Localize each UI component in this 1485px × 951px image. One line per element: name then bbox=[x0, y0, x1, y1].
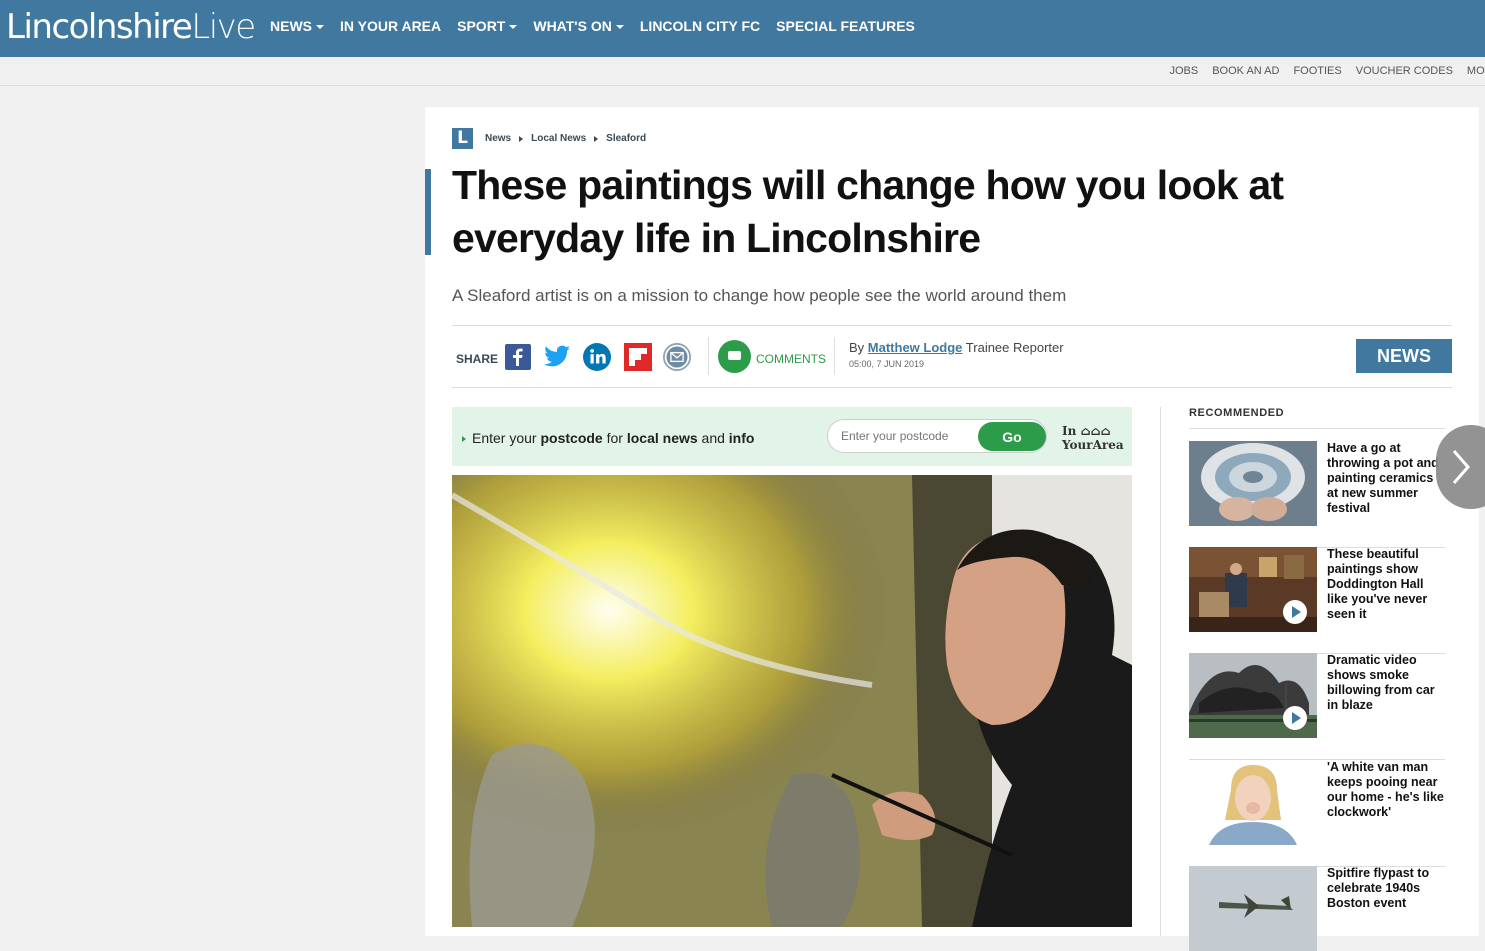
subnav-motors[interactable]: MOTORS bbox=[1467, 65, 1485, 77]
nav-lincoln-city-fc[interactable]: LINCOLN CITY FC bbox=[640, 18, 760, 34]
chevron-down-icon bbox=[615, 25, 624, 30]
breadcrumb-news[interactable]: News bbox=[485, 133, 511, 144]
headline: These paintings will change how you look… bbox=[452, 162, 1284, 261]
recommended-heading: RECOMMENDED bbox=[1189, 407, 1285, 419]
byline: By Matthew Lodge Trainee Reporter bbox=[849, 340, 1064, 355]
subnav-voucher-codes[interactable]: VOUCHER CODES bbox=[1356, 65, 1453, 77]
recommended-item[interactable]: 'A white van man keeps pooing near our h… bbox=[1189, 760, 1445, 867]
recommended-thumbnail[interactable] bbox=[1189, 547, 1317, 632]
recommended-item[interactable]: Have a go at throwing a pot and painting… bbox=[1189, 441, 1445, 548]
divider bbox=[452, 387, 1452, 388]
recommended-thumbnail[interactable] bbox=[1189, 441, 1317, 526]
brand-mark-icon[interactable]: L bbox=[452, 128, 473, 149]
recommended-title[interactable]: Have a go at throwing a pot and painting… bbox=[1327, 441, 1447, 516]
subnav-jobs[interactable]: JOBS bbox=[1169, 65, 1198, 77]
postcode-go-button[interactable]: Go bbox=[978, 422, 1046, 451]
chevron-right-icon bbox=[519, 135, 524, 142]
email-icon[interactable] bbox=[663, 343, 691, 371]
recommended-thumbnail[interactable] bbox=[1189, 653, 1317, 738]
chevron-right-icon bbox=[1452, 450, 1470, 484]
share-label: SHARE bbox=[456, 352, 499, 366]
play-icon[interactable] bbox=[1283, 600, 1307, 624]
recommended-title[interactable]: These beautiful paintings show Doddingto… bbox=[1327, 547, 1447, 622]
nav-sport[interactable]: SPORT bbox=[457, 18, 518, 34]
nav-in-your-area[interactable]: IN YOUR AREA bbox=[340, 18, 441, 34]
hero-image bbox=[452, 475, 1132, 927]
author-role: Trainee Reporter bbox=[965, 340, 1064, 355]
publish-date: 05:00, 7 JUN 2019 bbox=[849, 359, 925, 369]
section-tag-news[interactable]: NEWS bbox=[1356, 339, 1452, 373]
chevron-right-icon bbox=[594, 135, 599, 142]
linkedin-icon[interactable] bbox=[583, 343, 611, 371]
headline-accent-bar bbox=[425, 169, 431, 255]
in-your-area-widget: Enter your postcode for local news and i… bbox=[452, 407, 1132, 466]
facebook-icon[interactable] bbox=[504, 343, 532, 371]
house-icon: ⌂⌂⌂ bbox=[1076, 424, 1111, 438]
twitter-icon[interactable] bbox=[543, 343, 571, 371]
chevron-down-icon bbox=[509, 25, 518, 30]
arrow-right-icon bbox=[462, 436, 466, 443]
in-your-area-logo[interactable]: In ⌂⌂⌂ YourArea bbox=[1062, 424, 1124, 452]
standfirst: A Sleaford artist is on a mission to cha… bbox=[452, 286, 1067, 305]
nav-whats-on[interactable]: WHAT'S ON bbox=[533, 18, 624, 34]
recommended-thumbnail[interactable] bbox=[1189, 760, 1317, 845]
breadcrumb-sleaford[interactable]: Sleaford bbox=[606, 133, 646, 144]
recommended-item[interactable]: These beautiful paintings show Doddingto… bbox=[1189, 547, 1445, 654]
author-link[interactable]: Matthew Lodge bbox=[868, 340, 963, 355]
nav-news[interactable]: NEWS bbox=[270, 18, 324, 34]
divider bbox=[1189, 428, 1445, 429]
subnav-footies[interactable]: FOOTIES bbox=[1293, 65, 1341, 77]
divider bbox=[834, 337, 835, 375]
comments-link[interactable]: COMMENTS bbox=[756, 352, 826, 366]
comments-icon[interactable] bbox=[718, 340, 751, 373]
column-divider bbox=[1160, 407, 1161, 936]
chevron-down-icon bbox=[316, 25, 324, 30]
main-nav: NEWS IN YOUR AREA SPORT WHAT'S ON LINCOL… bbox=[270, 18, 931, 34]
recommended-title[interactable]: Dramatic video shows smoke billowing fro… bbox=[1327, 653, 1447, 713]
recommended-item[interactable]: Spitfire flypast to celebrate 1940s Bost… bbox=[1189, 866, 1447, 951]
divider bbox=[708, 337, 709, 375]
nav-special-features[interactable]: SPECIAL FEATURES bbox=[776, 18, 915, 34]
breadcrumb: L News Local News Sleaford bbox=[452, 128, 646, 149]
site-logo[interactable]: LincolnshireLive bbox=[6, 7, 256, 47]
iya-prompt: Enter your postcode for local news and i… bbox=[462, 430, 754, 446]
recommended-item[interactable]: Dramatic video shows smoke billowing fro… bbox=[1189, 653, 1445, 760]
secondary-bar: JOBS BOOK AN AD FOOTIES VOUCHER CODES MO… bbox=[0, 57, 1485, 86]
breadcrumb-local-news[interactable]: Local News bbox=[531, 133, 586, 144]
recommended-title[interactable]: Spitfire flypast to celebrate 1940s Bost… bbox=[1327, 866, 1447, 911]
divider bbox=[452, 325, 1452, 326]
play-icon[interactable] bbox=[1283, 706, 1307, 730]
carousel-next-button[interactable] bbox=[1436, 425, 1485, 509]
secondary-nav: JOBS BOOK AN AD FOOTIES VOUCHER CODES MO… bbox=[1155, 65, 1485, 77]
subnav-book-an-ad[interactable]: BOOK AN AD bbox=[1212, 65, 1279, 77]
article-card: L News Local News Sleaford These paintin… bbox=[425, 107, 1479, 951]
flipboard-icon[interactable] bbox=[624, 343, 652, 371]
recommended-thumbnail[interactable] bbox=[1189, 866, 1317, 951]
recommended-title[interactable]: 'A white van man keeps pooing near our h… bbox=[1327, 760, 1447, 820]
top-bar: LincolnshireLive NEWS IN YOUR AREA SPORT… bbox=[0, 0, 1485, 57]
